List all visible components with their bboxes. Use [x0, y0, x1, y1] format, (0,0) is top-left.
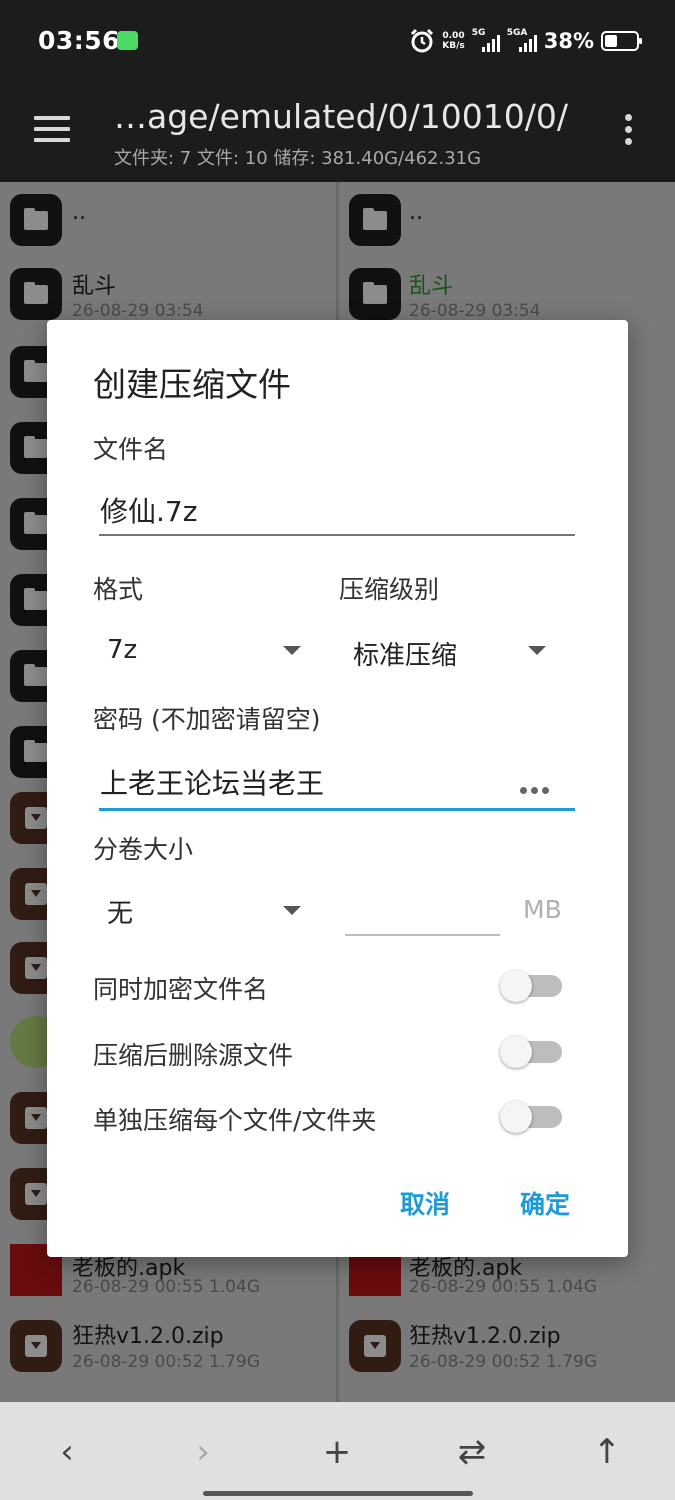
- dialog-title: 创建压缩文件: [93, 365, 291, 404]
- chevron-down-icon[interactable]: [528, 646, 546, 655]
- status-bar: 03:56 0.00 KB/s 5G 5GA 38%: [0, 0, 675, 82]
- volume-select[interactable]: 无: [107, 893, 133, 930]
- filename-label: 文件名: [93, 435, 169, 464]
- format-label: 格式: [93, 575, 144, 604]
- toggle-label-separate: 单独压缩每个文件/文件夹: [93, 1106, 377, 1135]
- alarm-icon: [411, 28, 434, 53]
- create-archive-dialog: 创建压缩文件 文件名 修仙.7z 格式 压缩级别 7z 标准压缩 密码 (不加密…: [47, 320, 628, 1257]
- signal-5ga-icon: 5GA: [507, 28, 537, 54]
- level-label: 压缩级别: [339, 575, 440, 604]
- status-indicators: 0.00 KB/s 5G 5GA 38%: [409, 24, 642, 58]
- password-visibility-icon[interactable]: [520, 779, 556, 794]
- filename-input[interactable]: 修仙.7z: [100, 490, 197, 530]
- add-button[interactable]: +: [317, 1432, 357, 1472]
- separate-archive-switch[interactable]: [500, 1101, 564, 1133]
- battery-icon: [601, 31, 642, 51]
- forward-button[interactable]: ›: [183, 1432, 223, 1472]
- toggle-label-encrypt-names: 同时加密文件名: [93, 975, 269, 1004]
- home-indicator[interactable]: [203, 1491, 473, 1496]
- format-select[interactable]: 7z: [107, 635, 137, 665]
- chevron-down-icon[interactable]: [283, 906, 301, 915]
- speed-unit: KB/s: [442, 41, 465, 51]
- chevron-down-icon[interactable]: [283, 646, 301, 655]
- password-input[interactable]: 上老王论坛当老王: [100, 762, 324, 802]
- encrypt-names-switch[interactable]: [500, 970, 564, 1002]
- password-underline: [99, 808, 575, 811]
- storage-summary: 文件夹: 7 文件: 10 储存: 381.40G/462.31G: [114, 148, 482, 169]
- delete-source-switch[interactable]: [500, 1036, 564, 1068]
- toggle-label-delete-source: 压缩后删除源文件: [93, 1041, 294, 1070]
- go-up-button[interactable]: ↑: [587, 1432, 627, 1472]
- status-time: 03:56: [38, 26, 121, 55]
- volume-size-input[interactable]: [345, 934, 500, 936]
- password-label: 密码 (不加密请留空): [93, 705, 321, 734]
- volume-label: 分卷大小: [93, 835, 194, 864]
- volume-unit: MB: [523, 895, 562, 924]
- ok-button[interactable]: 确定: [520, 1185, 570, 1221]
- app-badge-icon: [117, 31, 138, 50]
- app-bar: …age/emulated/0/10010/0/ 文件夹: 7 文件: 10 储…: [0, 82, 675, 182]
- bottom-toolbar: ‹ › + ⇄ ↑: [0, 1402, 675, 1500]
- swap-panes-button[interactable]: ⇄: [452, 1432, 492, 1472]
- menu-icon[interactable]: [34, 116, 70, 144]
- current-path[interactable]: …age/emulated/0/10010/0/: [114, 97, 568, 136]
- filename-underline: [99, 534, 575, 536]
- back-button[interactable]: ‹: [47, 1432, 87, 1472]
- battery-percent: 38%: [543, 29, 594, 53]
- more-options-icon[interactable]: [625, 114, 633, 148]
- network-speed: 0.00 KB/s: [442, 31, 464, 51]
- signal-5g-icon: 5G: [472, 28, 500, 54]
- level-select[interactable]: 标准压缩: [353, 635, 457, 672]
- speed-value: 0.00: [442, 31, 465, 41]
- cancel-button[interactable]: 取消: [400, 1185, 450, 1221]
